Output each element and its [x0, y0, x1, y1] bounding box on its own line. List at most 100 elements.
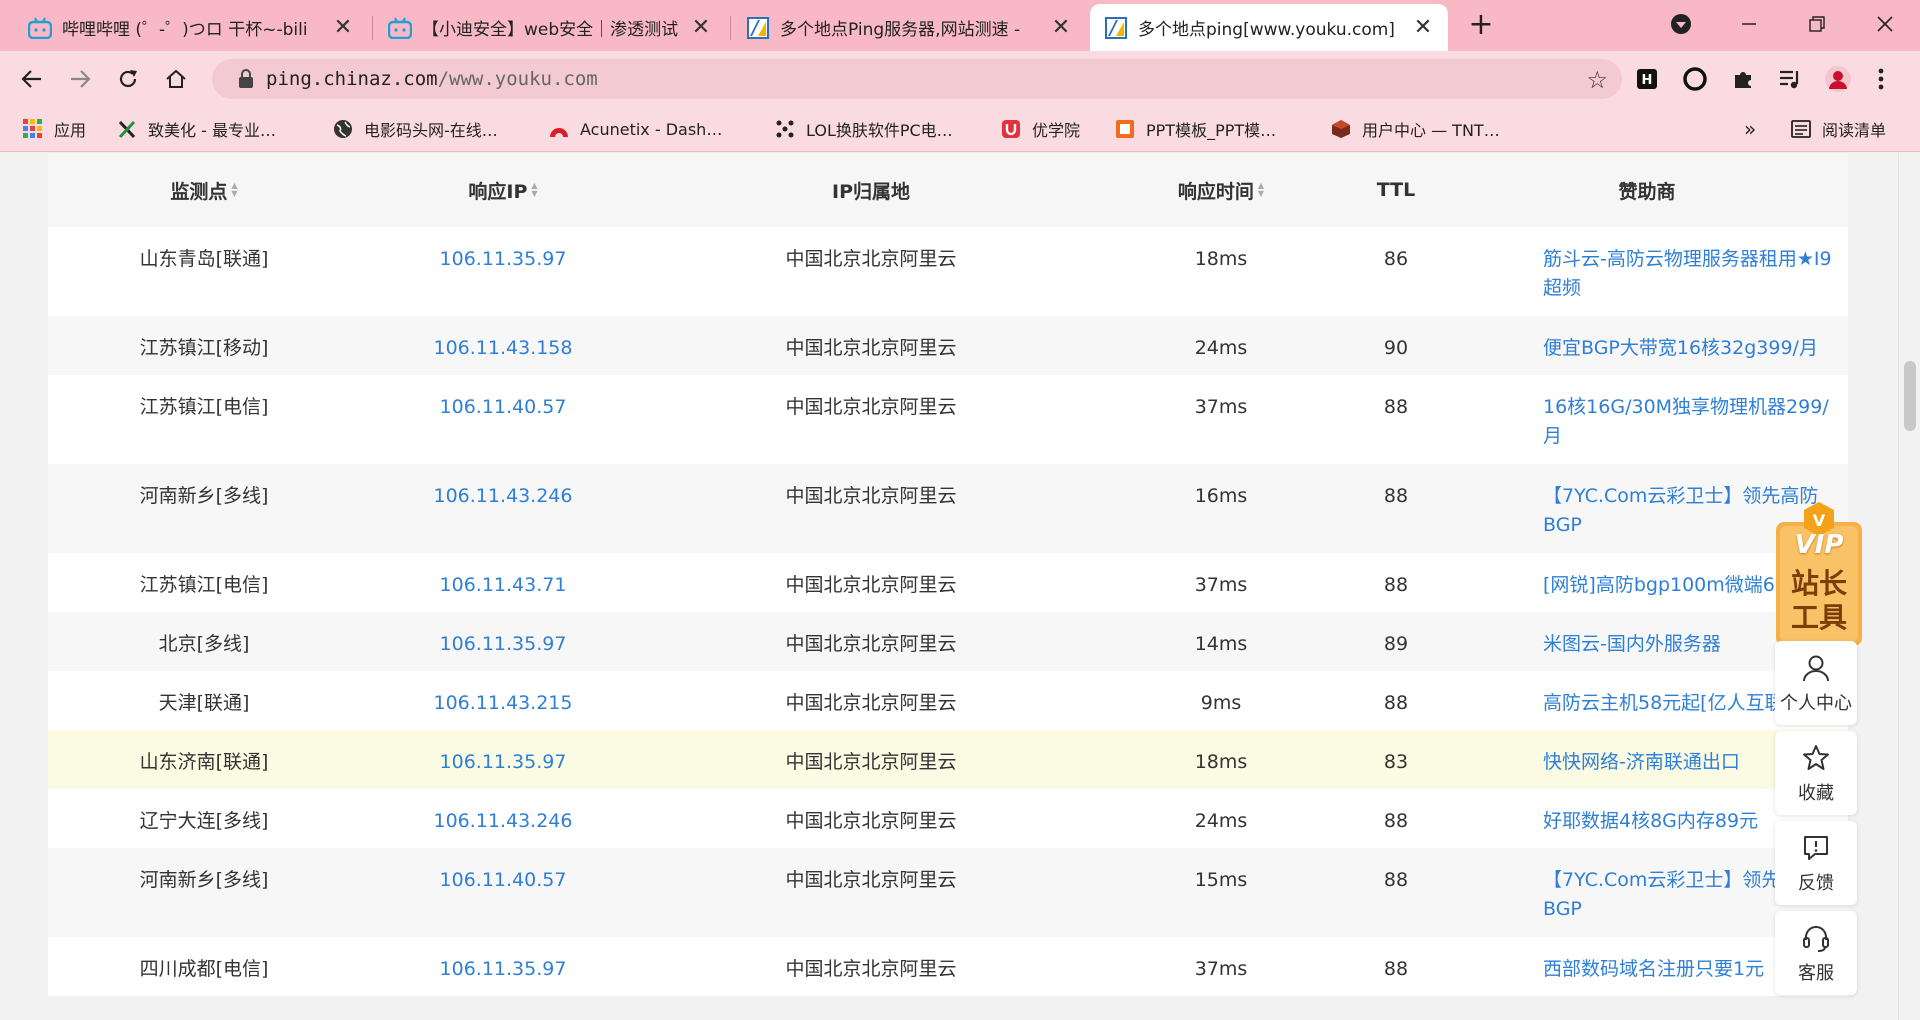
user-icon: [1801, 651, 1831, 685]
extensions-puzzle-icon[interactable]: [1728, 64, 1758, 94]
page-scrollbar[interactable]: [1898, 153, 1920, 1020]
bookmark-apps[interactable]: 应用: [22, 116, 86, 142]
bookmark-ppt-template[interactable]: PPT模板_PPT模…: [1114, 116, 1276, 142]
bookmark-zhimeihua[interactable]: 致美化 - 最专业…: [116, 116, 276, 142]
response-ip-link[interactable]: 106.11.40.57: [360, 848, 646, 895]
response-time-cell: 37ms: [1194, 574, 1248, 596]
ip-location-cell: 中国北京北京阿里云: [785, 485, 957, 507]
bookmark-acunetix[interactable]: Acunetix - Dash…: [548, 116, 722, 142]
forward-button[interactable]: [62, 61, 98, 97]
restore-button[interactable]: [1794, 4, 1840, 44]
bookmark-youxueyuan[interactable]: 优学院: [1000, 116, 1080, 142]
address-bar[interactable]: ping.chinaz.com/www.youku.com ☆: [212, 59, 1622, 99]
bookmark-lol-skin[interactable]: LOL换肤软件PC电…: [774, 116, 953, 142]
minimize-button[interactable]: [1726, 4, 1772, 44]
close-icon[interactable]: ✕: [332, 15, 354, 40]
bookmark-movie-dock[interactable]: 电影码头网-在线…: [332, 116, 498, 142]
extension-h-icon[interactable]: H: [1632, 64, 1662, 94]
monitor-point-cell: 四川成都[电信]: [139, 958, 269, 980]
ttl-cell: 90: [1383, 337, 1409, 359]
response-ip-link[interactable]: 106.11.43.71: [360, 553, 646, 600]
sponsor-link[interactable]: 筋斗云-高防云物理服务器租用★I9超频: [1543, 227, 1848, 303]
table-header: 监测点 ▲ ▼ 响应IP ▲ ▼ IP归属地 响应时间 ▲ ▼ TTL 赞助商: [48, 153, 1848, 227]
tab-xiaodi-security[interactable]: 【小迪安全】web安全｜渗透测试 ✕: [374, 4, 726, 51]
sponsor-link[interactable]: 便宜BGP大带宽16核32g399/月: [1543, 316, 1848, 363]
bookmark-label: 用户中心 — TNT…: [1362, 121, 1500, 140]
bookmark-star-icon[interactable]: ☆: [1586, 66, 1608, 94]
more-bookmarks-button[interactable]: »: [1744, 116, 1756, 142]
home-button[interactable]: [158, 61, 194, 97]
menu-kebab-icon[interactable]: [1866, 64, 1896, 94]
extension-circle-icon[interactable]: [1680, 64, 1710, 94]
response-ip-link[interactable]: 106.11.35.97: [360, 612, 646, 659]
side-label: 收藏: [1798, 783, 1834, 804]
bookmark-tnt-user-center[interactable]: 用户中心 — TNT…: [1330, 116, 1500, 142]
media-control-icon[interactable]: [1775, 64, 1805, 94]
response-ip-link[interactable]: 106.11.43.215: [360, 671, 646, 718]
response-time-cell: 24ms: [1194, 810, 1248, 832]
tab-chinaz-ping[interactable]: 多个地点Ping服务器,网站测速 - ✕: [732, 4, 1086, 51]
sort-icon[interactable]: ▲ ▼: [1258, 182, 1264, 198]
feedback-button[interactable]: 反馈: [1775, 821, 1857, 905]
header-response-ip[interactable]: 响应IP ▲ ▼: [360, 153, 646, 227]
bookmark-label: 致美化 - 最专业…: [148, 121, 276, 140]
monitor-point-cell: 江苏镇江[电信]: [139, 396, 269, 418]
response-ip-link[interactable]: 106.11.35.97: [360, 227, 646, 274]
close-icon[interactable]: ✕: [1050, 15, 1072, 40]
tab-strip: 哔哩哔哩 (゜-゜)つロ 干杯~-bili ✕ 【小迪安全】web安全｜渗透测试…: [0, 0, 1920, 51]
back-button[interactable]: [14, 61, 50, 97]
new-tab-button[interactable]: +: [1466, 10, 1496, 40]
tab-bilibili-home[interactable]: 哔哩哔哩 (゜-゜)つロ 干杯~-bili ✕: [14, 4, 368, 51]
tab-title: 哔哩哔哩 (゜-゜)つロ 干杯~-bili: [62, 20, 308, 40]
response-ip-link[interactable]: 106.11.43.246: [360, 464, 646, 511]
response-ip-link[interactable]: 106.11.40.57: [360, 375, 646, 422]
tnt-icon: [1330, 118, 1352, 140]
close-icon: [1877, 16, 1893, 32]
customer-service-button[interactable]: 客服: [1775, 911, 1857, 995]
response-ip-link[interactable]: 106.11.35.97: [360, 730, 646, 777]
bilibili-icon: [388, 17, 412, 39]
table-row: 江苏镇江[电信] 106.11.40.57 中国北京北京阿里云 37ms 88 16核16…: [48, 375, 1848, 464]
url-path: /www.youku.com: [437, 68, 598, 90]
response-ip-link[interactable]: 106.11.43.246: [360, 789, 646, 836]
bookmark-label: 电影码头网-在线…: [364, 121, 498, 140]
reload-button[interactable]: [110, 61, 146, 97]
sort-icon[interactable]: ▲ ▼: [531, 182, 537, 198]
reload-icon: [119, 70, 137, 88]
tab-ping-youku[interactable]: 多个地点ping[www.youku.com] ✕: [1090, 4, 1448, 51]
close-icon[interactable]: ✕: [1412, 15, 1434, 40]
ip-location-cell: 中国北京北京阿里云: [785, 869, 957, 891]
response-time-cell: 15ms: [1194, 869, 1248, 891]
header-label: TTL: [1376, 179, 1416, 201]
star-icon: [1801, 741, 1831, 775]
close-window-button[interactable]: [1862, 4, 1908, 44]
vip-text: VIP: [1794, 530, 1844, 560]
sort-icon[interactable]: ▲ ▼: [231, 182, 237, 198]
sponsor-link[interactable]: 16核16G/30M独享物理机器299/月: [1543, 375, 1848, 451]
table-row: 辽宁大连[多线] 106.11.43.246 中国北京北京阿里云 24ms 88 好耶数据…: [48, 789, 1848, 848]
header-response-time[interactable]: 响应时间 ▲ ▼: [1096, 153, 1346, 227]
ttl-cell: 89: [1383, 633, 1409, 655]
tab-search-button[interactable]: [1658, 4, 1704, 44]
close-icon[interactable]: ✕: [690, 15, 712, 40]
monitor-point-cell: 天津[联通]: [158, 692, 250, 714]
response-ip-link[interactable]: 106.11.43.158: [360, 316, 646, 363]
vip-webmaster-tools-badge[interactable]: V VIP 站长 工具: [1774, 500, 1864, 650]
tab-separator: [730, 16, 731, 40]
header-label: 赞助商: [1618, 180, 1676, 203]
response-ip-link[interactable]: 106.11.35.97: [360, 937, 646, 984]
monitor-point-cell: 河南新乡[多线]: [139, 485, 269, 507]
monitor-point-cell: 江苏镇江[移动]: [139, 337, 269, 359]
reading-list-button[interactable]: 阅读清单: [1790, 116, 1886, 142]
personal-center-button[interactable]: 个人中心: [1775, 641, 1857, 725]
lock-icon[interactable]: [226, 69, 266, 89]
ttl-cell: 88: [1383, 869, 1409, 891]
acunetix-icon: [548, 118, 570, 140]
header-monitor-point[interactable]: 监测点 ▲ ▼: [48, 153, 360, 227]
restore-icon: [1809, 16, 1825, 32]
scrollbar-thumb[interactable]: [1904, 361, 1916, 431]
ttl-cell: 88: [1383, 810, 1409, 832]
profile-avatar-icon[interactable]: [1823, 64, 1853, 94]
ttl-cell: 88: [1383, 396, 1409, 418]
favorite-button[interactable]: 收藏: [1775, 731, 1857, 815]
